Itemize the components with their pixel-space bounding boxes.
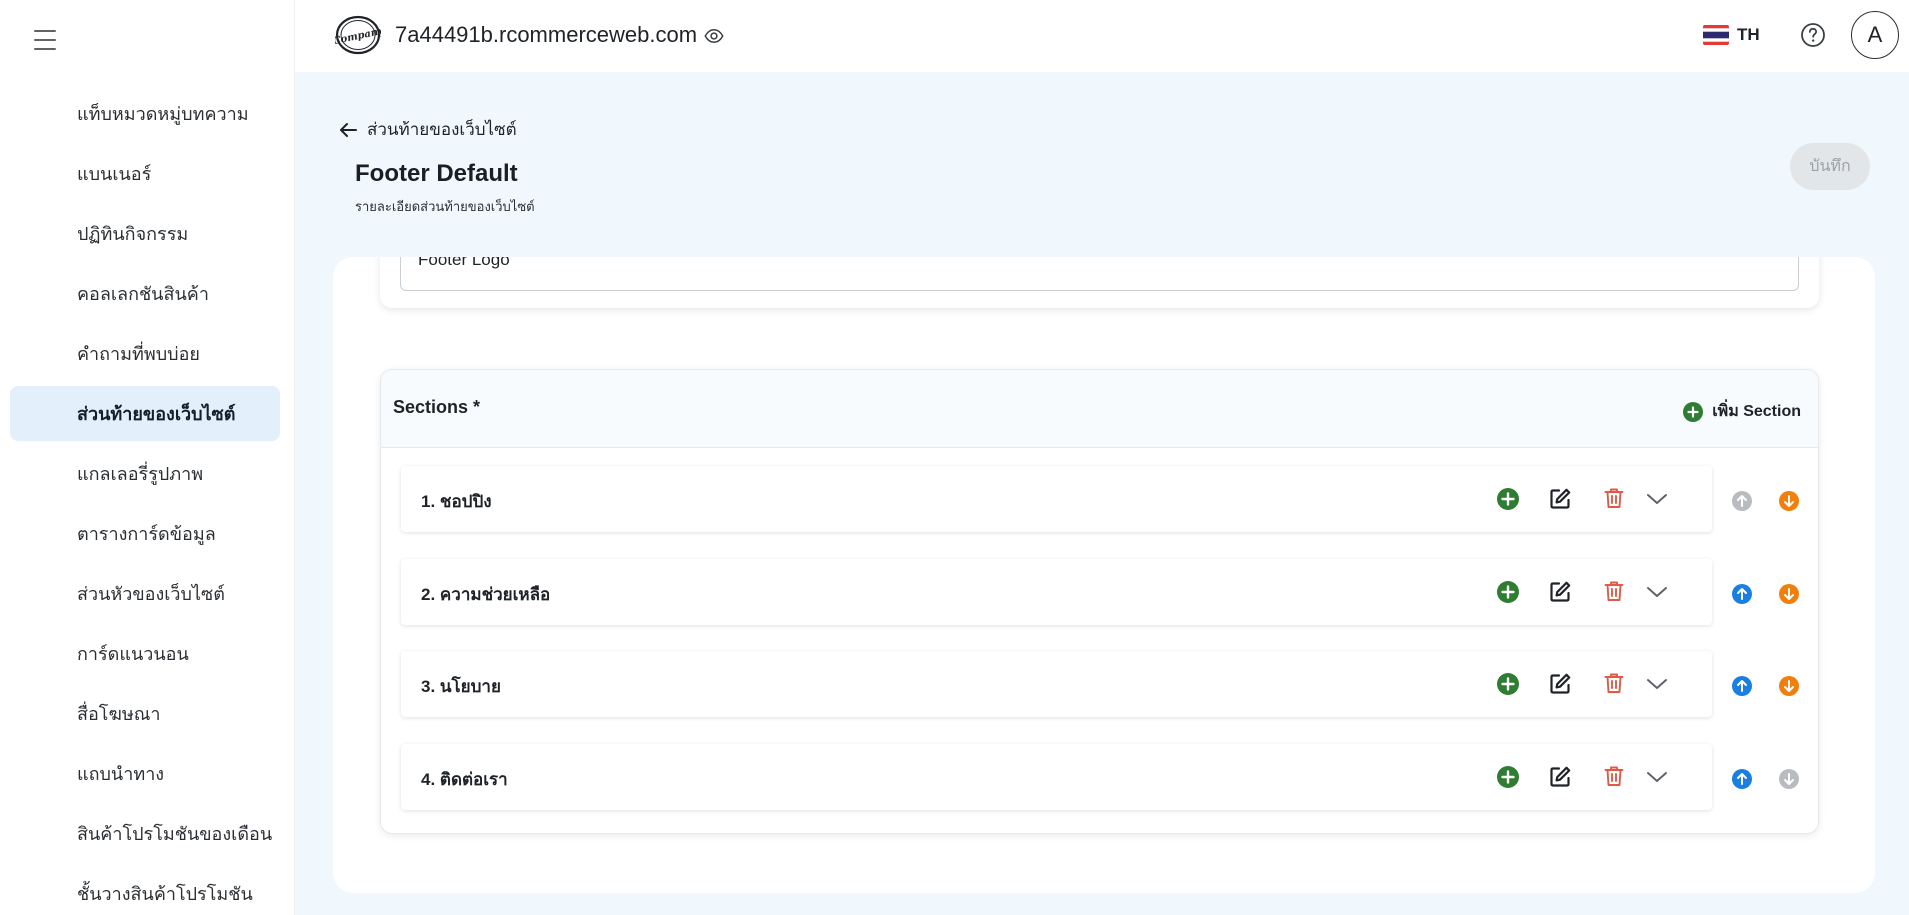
- trash-icon[interactable]: [1602, 764, 1626, 788]
- footer-logo-field[interactable]: Footer Logo: [400, 257, 1799, 291]
- edit-icon[interactable]: [1548, 765, 1572, 789]
- sidebar-item-article-category-tabs[interactable]: แท็บหมวดหมู่บทความ: [10, 86, 280, 141]
- section-row[interactable]: 1. ชอปปิง: [401, 466, 1712, 532]
- sidebar-item-product-collection[interactable]: คอลเลกชันสินค้า: [10, 266, 280, 321]
- sections-panel: Sections * เพิ่ม Section 1. ชอปปิง 2. คว…: [380, 369, 1819, 834]
- main-content: ส่วนท้ายของเว็บไซต์ Footer Default รายละ…: [295, 72, 1909, 915]
- arrow-up-circle-icon[interactable]: [1731, 768, 1753, 790]
- page-subtitle: รายละเอียดส่วนท้ายของเว็บไซต์: [355, 199, 535, 214]
- question-circle-icon[interactable]: [1800, 22, 1826, 48]
- trash-icon[interactable]: [1602, 671, 1626, 695]
- add-section-button[interactable]: เพิ่ม Section: [1683, 399, 1801, 424]
- sidebar-item-website-header[interactable]: ส่วนหัวของเว็บไซต์: [10, 566, 280, 621]
- section-row[interactable]: 3. นโยบาย: [401, 651, 1712, 717]
- chevron-down-icon[interactable]: [1645, 672, 1669, 696]
- sidebar-item-event-calendar[interactable]: ปฏิทินกิจกรรม: [10, 206, 280, 261]
- chevron-down-icon[interactable]: [1645, 765, 1669, 789]
- sidebar-item-image-gallery[interactable]: แกลเลอรี่รูปภาพ: [10, 446, 280, 501]
- section-row[interactable]: 4. ติดต่อเรา: [401, 744, 1712, 810]
- sections-header: Sections * เพิ่ม Section: [381, 370, 1818, 448]
- page-title: Footer Default: [355, 160, 518, 187]
- back-link[interactable]: ส่วนท้ายของเว็บไซต์: [339, 116, 517, 143]
- sidebar-item-website-footer[interactable]: ส่วนท้ายของเว็บไซต์: [10, 386, 280, 441]
- section-row-label: 3. นโยบาย: [421, 677, 501, 696]
- arrow-left-icon: [340, 122, 357, 137]
- company-logo: Company: [335, 15, 381, 55]
- section-row-label: 2. ความช่วยเหลือ: [421, 585, 551, 604]
- hamburger-icon[interactable]: [34, 30, 56, 50]
- arrow-up-circle-icon: [1732, 491, 1752, 511]
- sidebar-item-faq[interactable]: คำถามที่พบบ่อย: [10, 326, 280, 381]
- top-bar: Company 7a44491b.rcommerceweb.com TH A: [295, 0, 1909, 72]
- arrow-up-circle-icon[interactable]: [1731, 675, 1753, 697]
- back-link-label: ส่วนท้ายของเว็บไซต์: [367, 120, 517, 139]
- arrow-down-circle-icon: [1779, 769, 1799, 789]
- sidebar-item-horizontal-card[interactable]: การ์ดแนวนอน: [10, 626, 280, 681]
- footer-form-card: Footer Logo Sections * เพิ่ม Section 1. …: [333, 257, 1875, 893]
- arrow-down-circle-icon[interactable]: [1778, 583, 1800, 605]
- save-button[interactable]: บันทึก: [1790, 143, 1870, 190]
- sidebar-item-navigation-bar[interactable]: แถบนำทาง: [10, 746, 280, 801]
- sidebar-item-promo-shelf[interactable]: ชั้นวางสินค้าโปรโมชัน: [10, 866, 280, 915]
- avatar[interactable]: A: [1851, 11, 1899, 59]
- sidebar-item-ad-media[interactable]: สื่อโฆษณา: [10, 686, 280, 741]
- sidebar-item-monthly-promo-products[interactable]: สินค้าโปรโมชันของเดือน: [10, 806, 280, 861]
- sidebar-nav: แท็บหมวดหมู่บทความ แบนเนอร์ ปฏิทินกิจกรร…: [10, 86, 280, 915]
- section-row[interactable]: 2. ความช่วยเหลือ: [401, 559, 1712, 625]
- chevron-down-icon[interactable]: [1645, 487, 1669, 511]
- site-domain: 7a44491b.rcommerceweb.com: [395, 22, 698, 47]
- sidebar-item-info-card-grid[interactable]: ตารางการ์ดข้อมูล: [10, 506, 280, 561]
- footer-logo-panel: Footer Logo: [380, 257, 1819, 308]
- chevron-down-icon[interactable]: [1645, 580, 1669, 604]
- plus-circle-icon[interactable]: [1496, 487, 1520, 511]
- section-row-label: 4. ติดต่อเรา: [421, 770, 508, 789]
- edit-icon[interactable]: [1548, 672, 1572, 696]
- plus-circle-icon[interactable]: [1496, 672, 1520, 696]
- edit-icon[interactable]: [1548, 580, 1572, 604]
- sidebar: แท็บหมวดหมู่บทความ แบนเนอร์ ปฏิทินกิจกรร…: [0, 0, 295, 915]
- language-selector[interactable]: TH: [1737, 25, 1760, 45]
- section-row-label: 1. ชอปปิง: [421, 492, 492, 511]
- sidebar-item-banner[interactable]: แบนเนอร์: [10, 146, 280, 201]
- arrow-down-circle-icon[interactable]: [1778, 490, 1800, 512]
- plus-circle-icon: [1683, 401, 1704, 422]
- thai-flag-icon[interactable]: [1703, 25, 1729, 45]
- sections-title: Sections *: [393, 397, 481, 417]
- plus-circle-icon[interactable]: [1496, 580, 1520, 604]
- arrow-down-circle-icon[interactable]: [1778, 675, 1800, 697]
- eye-icon[interactable]: [703, 26, 725, 46]
- edit-icon[interactable]: [1548, 487, 1572, 511]
- trash-icon[interactable]: [1602, 579, 1626, 603]
- add-section-label: เพิ่ม Section: [1712, 403, 1801, 420]
- plus-circle-icon[interactable]: [1496, 765, 1520, 789]
- arrow-up-circle-icon[interactable]: [1731, 583, 1753, 605]
- trash-icon[interactable]: [1602, 486, 1626, 510]
